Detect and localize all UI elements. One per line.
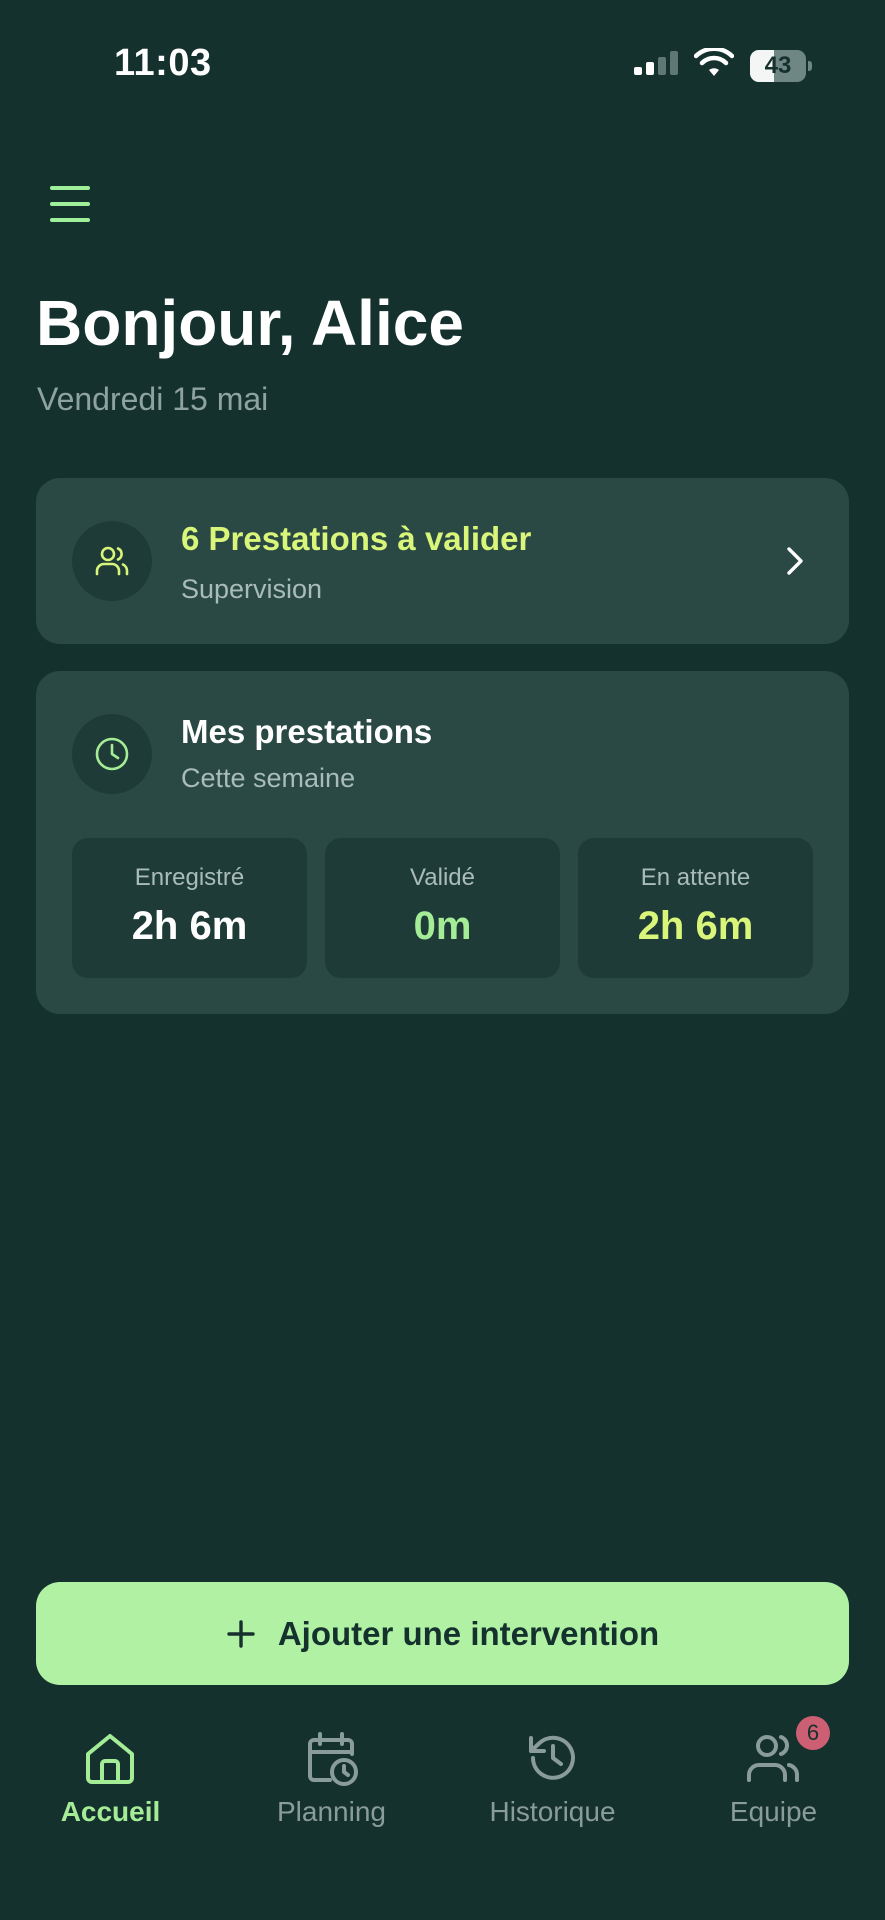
stat-recorded: Enregistré 2h 6m [72,838,307,978]
stat-value: 0m [413,904,472,948]
tab-team[interactable]: 6 Equipe [663,1712,884,1832]
home-icon [86,1734,134,1784]
stat-label: Validé [410,864,475,891]
plus-icon [227,1619,255,1648]
stat-validated: Validé 0m [325,838,560,978]
validate-card-subtitle: Supervision [181,574,323,604]
tab-label: Equipe [729,1796,818,1827]
chevron-right-icon [787,547,803,575]
notification-badge: 6 [796,1716,830,1750]
my-services-title: Mes prestations [181,713,433,750]
stat-value: 2h 6m [131,904,248,948]
status-bar: 11:03 43 [0,0,885,130]
stat-pending: En attente 2h 6m [578,838,813,978]
tab-home[interactable]: Accueil [0,1712,221,1832]
add-intervention-label: Ajouter une intervention [277,1614,660,1652]
clock-icon [72,714,152,794]
my-services-subtitle: Cette semaine [181,763,356,793]
battery-icon: 43 [750,50,812,82]
signal-icon [634,51,678,75]
bottom-tab-bar: Accueil Planning Historique 6 Equipe [0,1712,885,1832]
history-icon [529,1735,575,1780]
calendar-clock-icon [308,1732,358,1786]
page-title: Bonjour, Alice [36,287,464,359]
battery-level: 43 [764,52,792,79]
tab-label: Historique [489,1796,616,1827]
tab-history[interactable]: Historique [442,1712,663,1832]
stat-label: Enregistré [134,864,245,891]
tab-label: Accueil [60,1796,161,1827]
tab-label: Planning [277,1796,386,1827]
validate-services-card[interactable]: 6 Prestations à valider Supervision [36,478,849,644]
stat-label: En attente [640,864,751,891]
my-services-card: Mes prestations Cette semaine Enregistré… [36,671,849,1014]
team-icon [747,1735,799,1782]
tab-planning[interactable]: Planning [221,1712,442,1832]
validate-card-title: 6 Prestations à valider [181,520,532,557]
current-date: Vendredi 15 mai [37,381,269,417]
menu-button[interactable] [48,184,94,224]
users-icon [72,521,152,601]
wifi-icon [694,48,734,76]
status-time: 11:03 [114,42,212,84]
add-intervention-button[interactable]: Ajouter une intervention [36,1582,849,1685]
stat-value: 2h 6m [637,904,754,948]
